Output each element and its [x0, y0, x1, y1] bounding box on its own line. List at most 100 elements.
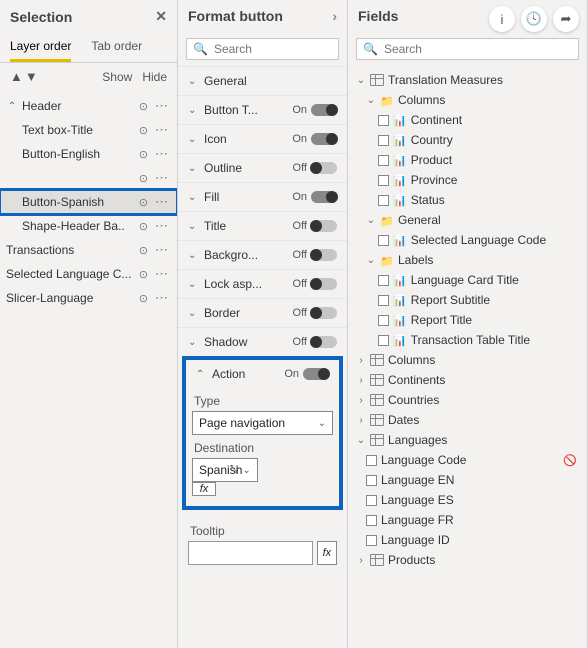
table-translation-measures[interactable]: ⌄ Translation Measures — [350, 70, 585, 90]
checkbox[interactable] — [378, 235, 389, 246]
fields-search[interactable]: 🔍 — [356, 38, 579, 60]
more-icon[interactable]: ⋯ — [152, 194, 171, 210]
checkbox[interactable] — [378, 175, 389, 186]
toggle-outline[interactable] — [311, 162, 337, 174]
toggle-shadow[interactable] — [311, 336, 337, 348]
history-button[interactable]: 🕓 — [521, 6, 547, 32]
checkbox[interactable] — [378, 115, 389, 126]
tab-layer-order[interactable]: Layer order — [10, 33, 71, 62]
folder-general[interactable]: ⌄ General — [350, 210, 585, 230]
toggle-action[interactable] — [303, 368, 329, 380]
checkbox[interactable] — [378, 295, 389, 306]
fmt-fill[interactable]: ⌄ Fill On — [178, 182, 347, 211]
more-icon[interactable]: ⋯ — [152, 266, 171, 282]
show-button[interactable]: Show — [102, 70, 132, 84]
close-selection-button[interactable]: ✕ — [155, 8, 167, 25]
visibility-icon[interactable]: ⊙ — [139, 220, 148, 233]
visibility-icon[interactable]: ⊙ — [139, 172, 148, 185]
toggle-button-text[interactable] — [311, 104, 337, 116]
fmt-outline[interactable]: ⌄ Outline Off — [178, 153, 347, 182]
toggle-title[interactable] — [311, 220, 337, 232]
type-select[interactable]: Page navigation ⌄ — [192, 411, 333, 435]
fmt-general[interactable]: ⌄ General — [178, 66, 347, 95]
checkbox[interactable] — [378, 315, 389, 326]
table-languages[interactable]: ⌄Languages — [350, 430, 585, 450]
hide-button[interactable]: Hide — [142, 70, 167, 84]
fmt-title[interactable]: ⌄ Title Off — [178, 211, 347, 240]
table-dates[interactable]: ›Dates — [350, 410, 585, 430]
move-up-button[interactable]: ▲ — [10, 69, 23, 84]
fmt-button-text[interactable]: ⌄ Button T... On — [178, 95, 347, 124]
checkbox[interactable] — [366, 495, 377, 506]
fx-destination-button[interactable]: fx — [192, 482, 216, 496]
tree-item-button-english[interactable]: Button-English ⊙ ⋯ — [0, 142, 177, 166]
checkbox[interactable] — [378, 275, 389, 286]
field-product[interactable]: 📊Product — [350, 150, 585, 170]
visibility-icon[interactable]: ⊙ — [139, 196, 148, 209]
folder-columns[interactable]: ⌄ Columns — [350, 90, 585, 110]
field-language-en[interactable]: Language EN — [350, 470, 585, 490]
checkbox[interactable] — [378, 135, 389, 146]
tree-item-textbox-title[interactable]: Text box-Title ⊙ ⋯ — [0, 118, 177, 142]
table-countries[interactable]: ›Countries — [350, 390, 585, 410]
format-search[interactable]: 🔍 — [186, 38, 339, 60]
fmt-background[interactable]: ⌄ Backgro... Off — [178, 240, 347, 269]
toggle-lock-aspect[interactable] — [311, 278, 337, 290]
tooltip-input[interactable] — [188, 541, 313, 565]
toggle-border[interactable] — [311, 307, 337, 319]
visibility-icon[interactable]: ⊙ — [139, 100, 148, 113]
more-icon[interactable]: ⋯ — [152, 170, 171, 186]
field-language-code[interactable]: Language Code🚫 — [350, 450, 585, 470]
field-language-id[interactable]: Language ID — [350, 530, 585, 550]
fmt-icon[interactable]: ⌄ Icon On — [178, 124, 347, 153]
fmt-action[interactable]: ⌃ Action On — [192, 360, 333, 388]
tree-item-selected-language[interactable]: Selected Language C... ⊙ ⋯ — [0, 262, 177, 286]
share-button[interactable]: ➦ — [553, 6, 579, 32]
tree-item-transactions[interactable]: Transactions ⊙ ⋯ — [0, 238, 177, 262]
fields-search-input[interactable] — [384, 42, 572, 56]
more-icon[interactable]: ⋯ — [152, 146, 171, 162]
checkbox[interactable] — [366, 515, 377, 526]
checkbox[interactable] — [366, 455, 377, 466]
tab-tab-order[interactable]: Tab order — [91, 33, 142, 62]
toggle-fill[interactable] — [311, 191, 337, 203]
destination-select[interactable]: Spanish ⌄ — [192, 458, 258, 482]
field-report-subtitle[interactable]: 📊Report Subtitle — [350, 290, 585, 310]
move-down-button[interactable]: ▼ — [25, 69, 38, 84]
field-country[interactable]: 📊Country — [350, 130, 585, 150]
visibility-icon[interactable]: ⊙ — [139, 244, 148, 257]
more-icon[interactable]: ⋯ — [152, 242, 171, 258]
fmt-border[interactable]: ⌄ Border Off — [178, 298, 347, 327]
more-icon[interactable]: ⋯ — [152, 122, 171, 138]
checkbox[interactable] — [366, 535, 377, 546]
fx-tooltip-button[interactable]: fx — [317, 541, 337, 565]
field-language-fr[interactable]: Language FR — [350, 510, 585, 530]
more-icon[interactable]: ⋯ — [152, 218, 171, 234]
caret-icon[interactable]: ⌃ — [6, 101, 18, 112]
field-selected-language-code[interactable]: 📊Selected Language Code — [350, 230, 585, 250]
field-language-card-title[interactable]: 📊Language Card Title — [350, 270, 585, 290]
folder-labels[interactable]: ⌄ Labels — [350, 250, 585, 270]
info-button[interactable]: i — [489, 6, 515, 32]
field-province[interactable]: 📊Province — [350, 170, 585, 190]
fmt-lock-aspect[interactable]: ⌄ Lock asp... Off — [178, 269, 347, 298]
format-search-input[interactable] — [214, 42, 369, 56]
tree-item-button-french[interactable]: Button-French ⊙ ⋯ — [0, 166, 177, 190]
field-report-title[interactable]: 📊Report Title — [350, 310, 585, 330]
visibility-icon[interactable]: ⊙ — [139, 148, 148, 161]
table-columns[interactable]: ›Columns — [350, 350, 585, 370]
visibility-icon[interactable]: ⊙ — [139, 124, 148, 137]
more-icon[interactable]: ⋯ — [152, 290, 171, 306]
checkbox[interactable] — [378, 155, 389, 166]
tree-item-button-spanish[interactable]: Button-Spanish ⊙ ⋯ — [0, 190, 177, 214]
checkbox[interactable] — [378, 195, 389, 206]
visibility-icon[interactable]: ⊙ — [139, 268, 148, 281]
field-status[interactable]: 📊Status — [350, 190, 585, 210]
checkbox[interactable] — [378, 335, 389, 346]
table-products[interactable]: ›Products — [350, 550, 585, 570]
tree-item-slicer-language[interactable]: Slicer-Language ⊙ ⋯ — [0, 286, 177, 310]
more-icon[interactable]: ⋯ — [152, 98, 171, 114]
field-continent[interactable]: 📊Continent — [350, 110, 585, 130]
fmt-shadow[interactable]: ⌄ Shadow Off — [178, 327, 347, 356]
table-continents[interactable]: ›Continents — [350, 370, 585, 390]
